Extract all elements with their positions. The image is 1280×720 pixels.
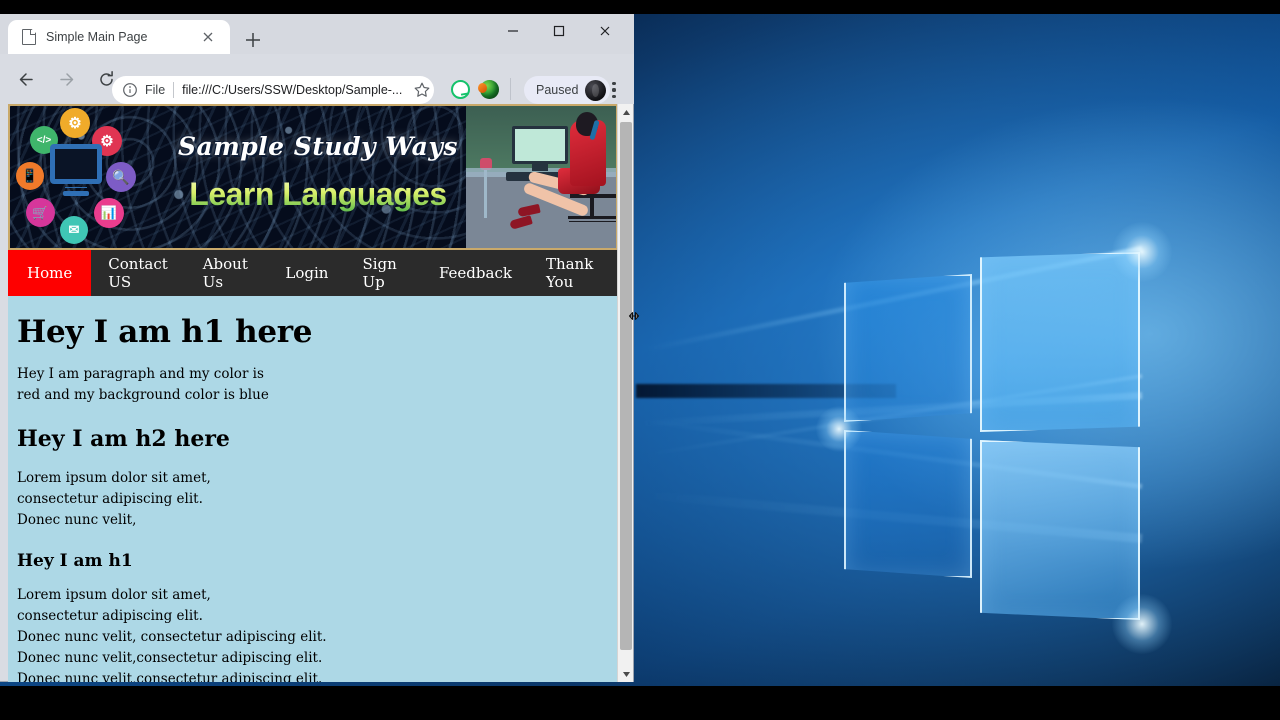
tab-title: Simple Main Page	[46, 30, 148, 44]
paragraph-line: Hey I am paragraph and my color is	[17, 366, 264, 382]
url-text: file:///C:/Users/SSW/Desktop/Sample-...	[182, 83, 403, 97]
banner-title: Sample Study Ways	[178, 132, 458, 161]
grammarly-extension-icon[interactable]	[451, 80, 470, 99]
nav-item-contact-us[interactable]: Contact US	[91, 250, 185, 296]
windows-pane-bottom-right	[980, 440, 1140, 620]
logo-glow	[1112, 594, 1172, 654]
tab-strip: Simple Main Page	[0, 14, 634, 54]
omnibox-divider	[173, 82, 175, 98]
paragraph-line: red and my background color is blue	[17, 387, 269, 403]
url-scheme-label: File	[145, 83, 166, 97]
mail-icon: ✉	[60, 216, 88, 244]
minimize-button[interactable]	[490, 14, 536, 48]
site-banner: </> ⚙ ⚙ 📱 🔍 🛒 📊 ✉ Learn Languages Sample…	[8, 104, 618, 250]
logo-glow	[1112, 222, 1172, 282]
paragraph-line: consectetur adipiscing elit.	[17, 491, 203, 507]
letterbox-top	[0, 0, 1280, 14]
office-person-shoe	[509, 215, 533, 230]
nav-item-home[interactable]: Home	[8, 250, 92, 296]
office-table-pole	[484, 170, 487, 218]
window-controls	[490, 14, 634, 54]
page-scrollbar[interactable]	[617, 104, 633, 682]
star-icon[interactable]	[413, 81, 431, 99]
woman-at-desk-photo	[466, 106, 618, 248]
profile-status-label: Paused	[536, 83, 579, 97]
close-icon[interactable]	[200, 29, 216, 45]
cart-icon: 🛒	[26, 198, 55, 227]
chart-icon: 📊	[94, 198, 124, 228]
nav-item-feedback[interactable]: Feedback	[422, 250, 529, 296]
windows-pane-bottom-left	[844, 430, 972, 578]
paragraph-line: Donec nunc velit, consectetur adipiscing…	[17, 629, 327, 645]
maximize-button[interactable]	[536, 14, 582, 48]
paragraph-line: Donec nunc velit,consectetur adipiscing …	[17, 650, 323, 666]
chrome-browser-window: Simple Main Page File file:///C:/Users/S…	[0, 14, 634, 682]
nav-item-about-us[interactable]: About Us	[186, 250, 269, 296]
forward-button[interactable]	[49, 62, 83, 96]
extension-icon[interactable]	[478, 80, 499, 99]
paragraph-line: consectetur adipiscing elit.	[17, 608, 203, 624]
windows-pane-top-left	[844, 274, 972, 422]
profile-chip[interactable]: Paused	[524, 76, 611, 104]
nav-item-thank-you[interactable]: Thank You	[529, 250, 618, 296]
scroll-up-icon[interactable]	[618, 104, 634, 120]
windows-pane-top-right	[980, 252, 1140, 432]
page-content: Hey I am h1 here Hey I am paragraph and …	[8, 314, 618, 682]
page-viewport: </> ⚙ ⚙ 📱 🔍 🛒 📊 ✉ Learn Languages Sample…	[8, 104, 618, 682]
paragraph-line: Lorem ipsum dolor sit amet,	[17, 470, 211, 486]
search-icon: 🔍	[106, 162, 136, 192]
mobile-icon: 📱	[16, 162, 44, 190]
screen: Simple Main Page File file:///C:/Users/S…	[0, 0, 1280, 720]
address-bar[interactable]: File file:///C:/Users/SSW/Desktop/Sample…	[112, 76, 434, 104]
kebab-menu-icon[interactable]	[605, 78, 623, 102]
windows-logo-icon	[816, 222, 1172, 654]
info-circle-icon[interactable]	[122, 82, 138, 98]
paragraph-line: Donec nunc velit,	[17, 512, 137, 528]
scroll-down-icon[interactable]	[618, 666, 634, 682]
scrollbar-thumb[interactable]	[620, 122, 632, 650]
office-monitor	[512, 126, 568, 164]
paragraph-line: Donec nunc velit,consectetur adipiscing …	[17, 671, 323, 682]
back-button[interactable]	[9, 62, 43, 96]
paragraph-line: Lorem ipsum dolor sit amet,	[17, 587, 211, 603]
logo-glow	[816, 406, 862, 452]
nav-item-sign-up[interactable]: Sign Up	[345, 250, 422, 296]
document-icon	[22, 29, 36, 45]
heading-h1: Hey I am h1 here	[17, 314, 313, 350]
new-tab-button[interactable]	[240, 27, 266, 53]
toolbar-divider	[510, 78, 511, 100]
horizontal-resize-cursor	[624, 308, 644, 324]
monitor-icon	[50, 144, 102, 184]
office-chair	[568, 194, 618, 219]
letterbox-bottom	[0, 686, 1280, 720]
close-button[interactable]	[582, 14, 628, 48]
banner-subtitle: Learn Languages	[158, 176, 478, 213]
browser-tab[interactable]: Simple Main Page	[8, 20, 230, 54]
avatar-icon[interactable]	[585, 79, 607, 101]
heading-h3: Hey I am h1	[17, 551, 133, 571]
nav-item-login[interactable]: Login	[268, 250, 345, 296]
gear-badge-icon: ⚙	[60, 108, 90, 138]
site-navigation: Home Contact US About Us Login Sign Up F…	[8, 250, 618, 296]
heading-h2: Hey I am h2 here	[17, 426, 230, 452]
